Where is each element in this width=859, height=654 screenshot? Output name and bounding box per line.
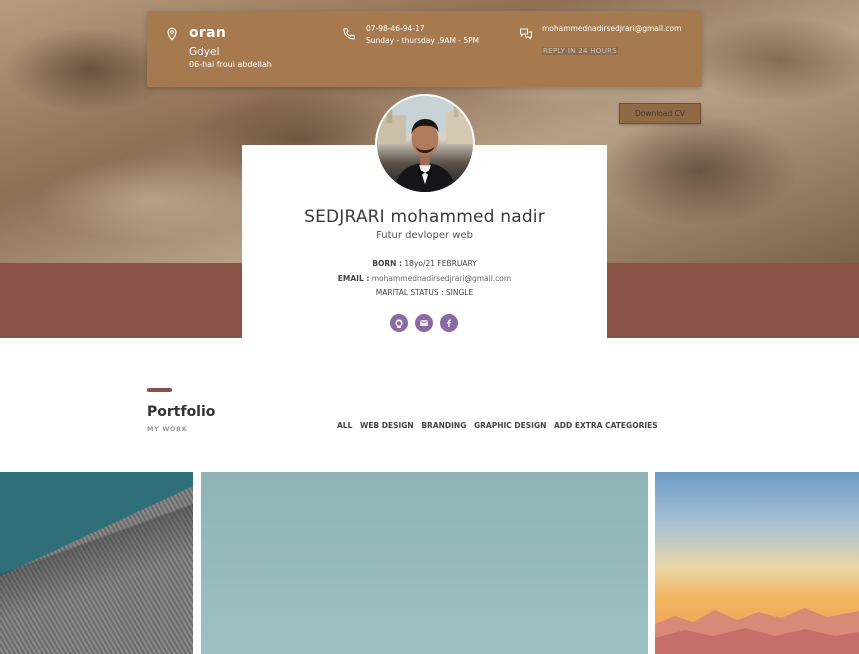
contact-hours: Sunday - thursday ,9AM - 5PM (366, 36, 480, 45)
contact-bar: oran Gdyel 06-hai froui abdellah 07-98-4… (147, 11, 702, 87)
profile-marital: MARITAL STATUS : SINGLE (242, 288, 607, 297)
section-accent-bar (147, 388, 172, 392)
profile-avatar (375, 94, 475, 194)
portfolio-subtitle: MY WORK (147, 425, 188, 433)
contact-reply-note: REPLY IN 24 HOURS (542, 47, 618, 55)
profile-name: SEDJRARI mohammed nadir (304, 207, 545, 227)
email-label: EMAIL : (337, 274, 370, 283)
map-pin-icon (165, 27, 179, 41)
born-value: 18yo/21 FEBRUARY (402, 259, 477, 268)
chat-icon (519, 27, 533, 41)
filter-branding[interactable]: BRANDING (421, 421, 466, 430)
email-value[interactable]: mohammednadirsedjrari@gmail.com (369, 274, 511, 283)
contact-email[interactable]: mohammednadirsedjrari@gmail.com (542, 23, 692, 35)
download-cv-button[interactable]: Download CV (619, 103, 701, 124)
marital-label: MARITAL STATUS : (375, 288, 444, 297)
filter-add-extra-categories[interactable]: ADD EXTRA CATEGORIES (554, 421, 658, 430)
profile-email: EMAIL : mohammednadirsedjrari@gmail.com (242, 274, 607, 283)
filter-web-design[interactable]: WEB DESIGN (360, 421, 414, 430)
phone-icon (342, 27, 356, 41)
portfolio-filters: ALL WEB DESIGN BRANDING GRAPHIC DESIGN A… (337, 421, 663, 430)
mail-icon[interactable] (415, 314, 433, 332)
contact-city: oran (189, 25, 227, 41)
social-links (390, 314, 460, 332)
filter-all[interactable]: ALL (337, 421, 352, 430)
marital-value: SINGLE (443, 288, 474, 297)
portfolio-item-architecture[interactable] (0, 472, 193, 654)
github-icon[interactable] (390, 314, 408, 332)
contact-address: 06-hai froui abdellah (189, 60, 272, 69)
portfolio-item-sky[interactable] (201, 472, 648, 654)
profile-born: BORN : 18yo/21 FEBRUARY (242, 259, 607, 268)
portfolio-item-sunset[interactable] (655, 472, 859, 654)
contact-town: Gdyel (189, 46, 220, 58)
facebook-icon[interactable] (440, 314, 458, 332)
contact-phone[interactable]: 07-98-46-94-17 (366, 24, 425, 33)
born-label: BORN : (372, 259, 402, 268)
portfolio-title: Portfolio (147, 404, 216, 420)
profile-role: Futur devloper web (376, 230, 473, 241)
filter-graphic-design[interactable]: GRAPHIC DESIGN (474, 421, 546, 430)
